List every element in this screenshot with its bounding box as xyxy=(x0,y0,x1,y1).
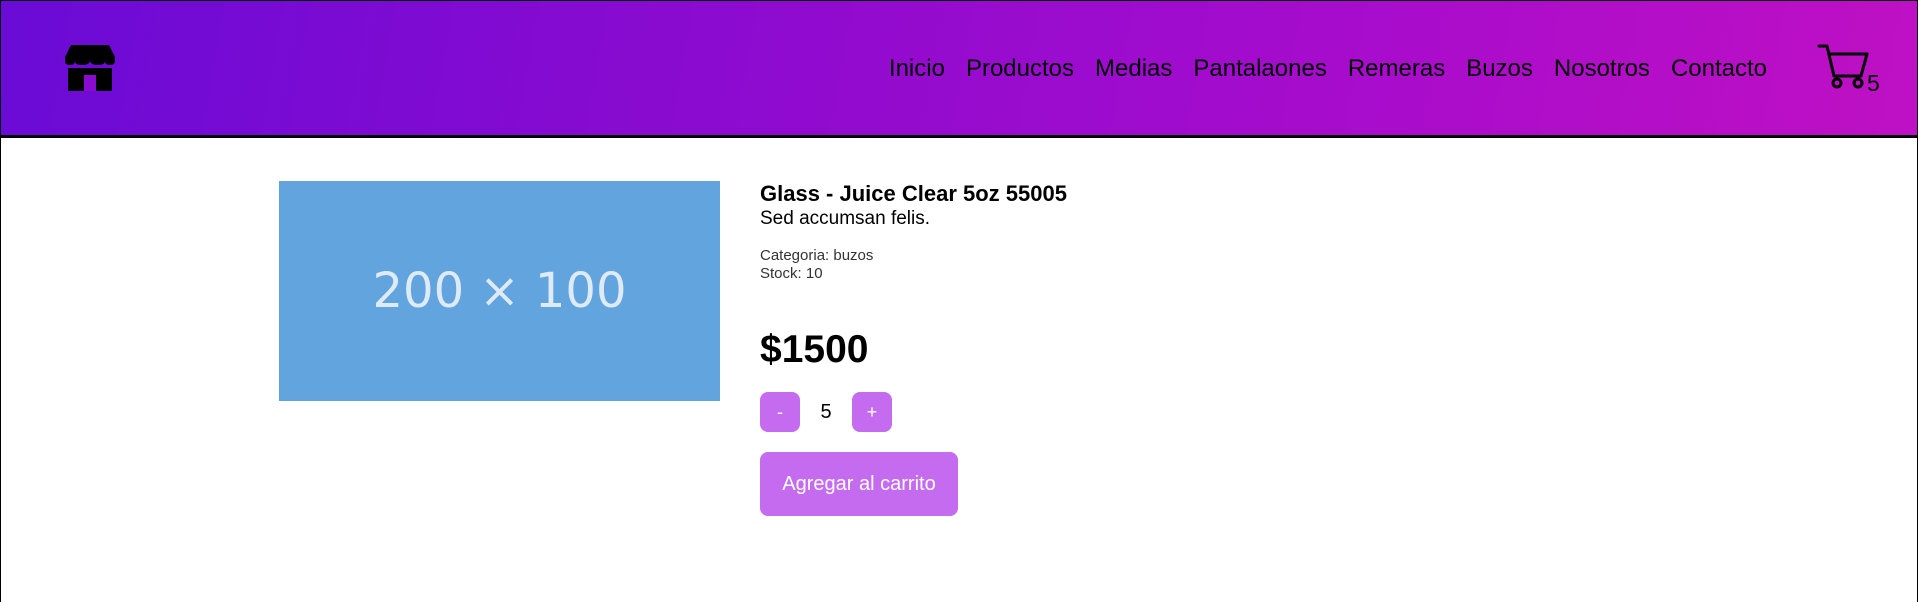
product-description: Sed accumsan felis. xyxy=(760,208,931,229)
nav-link-inicio[interactable]: Inicio xyxy=(889,53,945,85)
nav-link-contacto[interactable]: Contacto xyxy=(1671,53,1767,85)
product-stock: Stock: 10 xyxy=(760,265,823,282)
quantity-stepper: - 5 + xyxy=(760,392,892,432)
nav-link-remeras[interactable]: Remeras xyxy=(1348,53,1445,85)
nav-link-productos[interactable]: Productos xyxy=(966,53,1074,85)
decrement-button[interactable]: - xyxy=(760,392,800,432)
cart-count-badge: 5 xyxy=(1867,70,1880,96)
image-placeholder-text: 200 × 100 xyxy=(372,263,627,319)
quantity-value: 5 xyxy=(820,400,832,423)
nav-link-pantalaones[interactable]: Pantalaones xyxy=(1193,53,1326,85)
nav-link-medias[interactable]: Medias xyxy=(1095,53,1172,85)
cart-icon[interactable] xyxy=(1817,42,1869,92)
increment-button[interactable]: + xyxy=(852,392,892,432)
cart-widget[interactable]: 5 xyxy=(1817,42,1887,98)
nav-link-buzos[interactable]: Buzos xyxy=(1466,53,1533,85)
nav-links: Inicio Productos Medias Pantalaones Reme… xyxy=(889,53,1767,85)
product-price: $1500 xyxy=(760,328,869,371)
product-info: Glass - Juice Clear 5oz 55005 Sed accums… xyxy=(760,181,1067,283)
nav-link-nosotros[interactable]: Nosotros xyxy=(1554,53,1650,85)
page: Inicio Productos Medias Pantalaones Reme… xyxy=(0,0,1918,602)
navbar: Inicio Productos Medias Pantalaones Reme… xyxy=(1,1,1917,138)
product-category: Categoria: buzos xyxy=(760,247,874,264)
product-image: 200 × 100 xyxy=(279,181,720,401)
product-title: Glass - Juice Clear 5oz 55005 xyxy=(760,181,1067,206)
storefront-icon[interactable] xyxy=(65,45,115,91)
add-to-cart-button[interactable]: Agregar al carrito xyxy=(760,452,958,516)
